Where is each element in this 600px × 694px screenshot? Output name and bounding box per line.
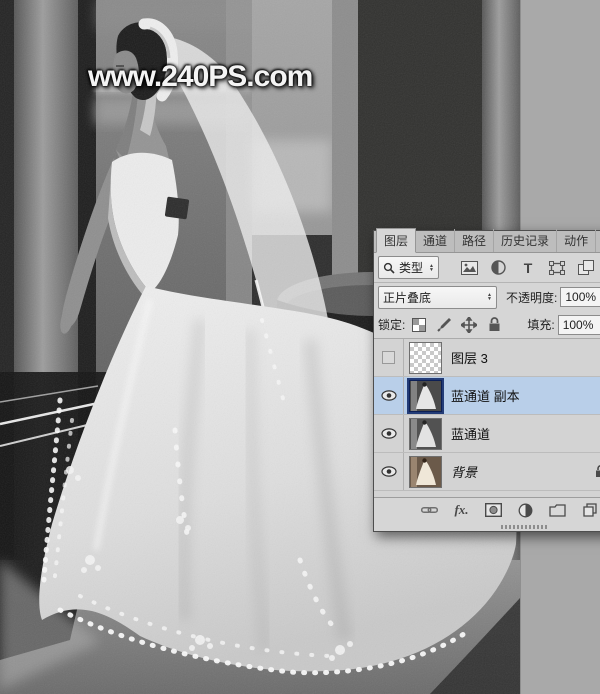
blend-mode-select[interactable]: 正片叠底 ▲▼ [378, 286, 497, 309]
lock-transparency-icon[interactable] [410, 316, 428, 334]
layer-row-blue-channel[interactable]: 蓝通道 [374, 415, 600, 453]
layer-name: 图层 3 [451, 348, 488, 367]
svg-text:T: T [524, 261, 533, 275]
shape-layer-filter-icon[interactable] [548, 259, 566, 277]
layer-row-blue-channel-copy[interactable]: 蓝通道 副本 [374, 377, 600, 415]
layer-row-layer3[interactable]: 图层 3 [374, 339, 600, 377]
tab-layers[interactable]: 图层 [376, 228, 416, 253]
new-group-icon[interactable] [548, 501, 567, 519]
blend-mode-row: 正片叠底 ▲▼ 不透明度: 100% [374, 283, 600, 311]
layer-filter-row: 类型 ▲▼ T [374, 253, 600, 283]
eye-icon [381, 428, 397, 439]
panel-resize-grip[interactable] [374, 522, 600, 531]
layer-thumbnail-sepia[interactable] [409, 456, 442, 488]
lock-label: 锁定: [378, 316, 405, 333]
filter-type-icons: T [461, 259, 595, 277]
visibility-toggle[interactable] [374, 377, 404, 414]
lock-position-icon[interactable] [460, 316, 478, 334]
layer-name: 蓝通道 [451, 424, 490, 443]
updown-arrows-icon: ▲▼ [487, 293, 492, 301]
search-icon [383, 262, 395, 274]
lock-pixels-icon[interactable] [435, 316, 453, 334]
tab-history[interactable]: 历史记录 [494, 229, 557, 252]
layers-panel: 图层 通道 路径 历史记录 动作 类型 ▲▼ [373, 230, 600, 532]
layer-name: 背景 [451, 462, 477, 481]
lock-all-icon[interactable] [485, 316, 503, 334]
tab-paths[interactable]: 路径 [455, 229, 494, 252]
smart-object-filter-icon[interactable] [577, 259, 595, 277]
visibility-toggle[interactable] [374, 415, 404, 452]
layer-row-background[interactable]: 背景 [374, 453, 600, 491]
tab-actions[interactable]: 动作 [557, 229, 596, 252]
eye-hidden-icon [382, 351, 395, 364]
layer-style-icon[interactable]: fx. [452, 501, 471, 519]
background-lock-icon [595, 465, 600, 478]
lock-icons [410, 316, 503, 334]
opacity-field[interactable]: 100% [560, 287, 600, 307]
eye-icon [381, 390, 397, 401]
visibility-toggle[interactable] [374, 339, 404, 376]
adjustment-layer-filter-icon[interactable] [490, 259, 508, 277]
filter-kind-combobox[interactable]: 类型 ▲▼ [378, 256, 439, 279]
blend-mode-value: 正片叠底 [383, 289, 431, 306]
updown-arrows-icon: ▲▼ [429, 264, 434, 272]
eye-icon [381, 466, 397, 477]
new-layer-icon[interactable] [580, 501, 599, 519]
fill-label: 填充: [527, 316, 554, 333]
pixel-layer-filter-icon[interactable] [461, 259, 479, 277]
visibility-toggle[interactable] [374, 453, 404, 490]
filter-kind-label: 类型 [399, 259, 423, 276]
adjustment-layer-icon[interactable] [516, 501, 535, 519]
screenshot-root: www.240PS.com 图层 通道 路径 历史记录 动作 类型 ▲▼ [0, 0, 600, 694]
panel-toolbar: fx. [374, 497, 600, 522]
fill-field[interactable]: 100% [558, 315, 600, 335]
lock-row: 锁定: 填充: 100% [374, 311, 600, 339]
link-layers-icon[interactable] [420, 501, 439, 519]
layer-name: 蓝通道 副本 [451, 386, 520, 405]
opacity-label: 不透明度: [506, 289, 557, 306]
type-layer-filter-icon[interactable]: T [519, 259, 537, 277]
watermark-text: www.240PS.com [88, 60, 312, 94]
layer-thumbnail-grayscale[interactable] [409, 418, 442, 450]
tab-channels[interactable]: 通道 [416, 229, 455, 252]
layer-list: 图层 3 蓝通道 副本 蓝通道 [374, 339, 600, 491]
panel-tab-bar: 图层 通道 路径 历史记录 动作 [374, 231, 600, 253]
add-mask-icon[interactable] [484, 501, 503, 519]
layer-thumbnail-transparent[interactable] [409, 342, 442, 374]
layer-thumbnail-grayscale[interactable] [409, 380, 442, 412]
